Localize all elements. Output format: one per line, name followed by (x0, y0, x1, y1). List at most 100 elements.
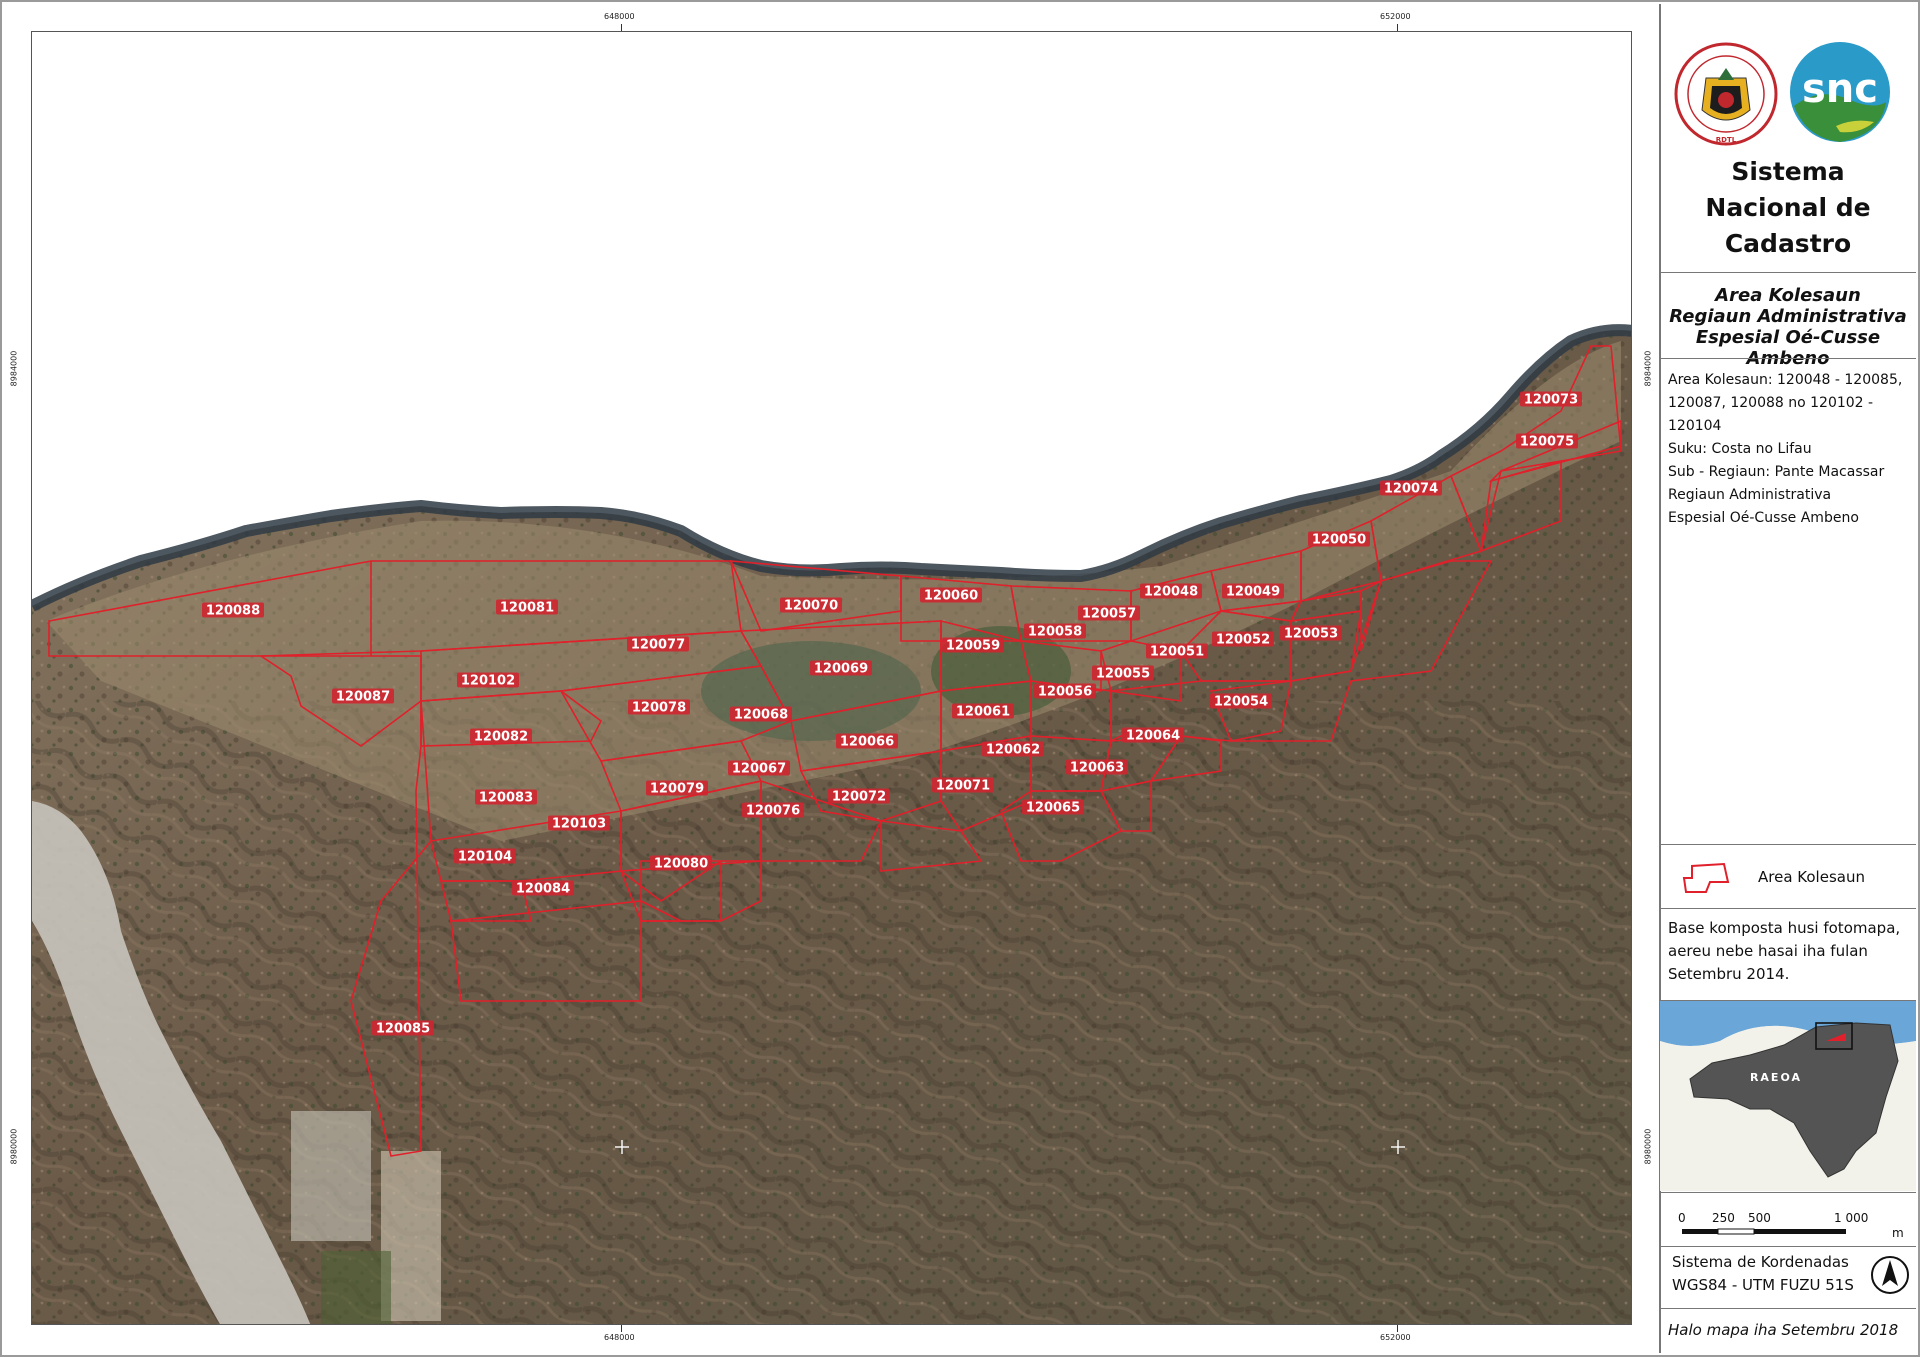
base-note-line: Setembru 2014. (1668, 965, 1790, 983)
area-label-text: 120071 (936, 779, 990, 794)
area-label-text: 120103 (552, 817, 606, 832)
map-title-line-1: Area Kolesaun (1715, 285, 1861, 306)
area-label-120081: 120081 (496, 599, 558, 616)
area-label-text: 120060 (924, 589, 978, 604)
area-label-120071: 120071 (932, 777, 994, 794)
info-line: Regiaun Administrativa (1668, 487, 1832, 503)
inset-map[interactable]: RAEOA (1660, 1001, 1916, 1191)
area-label-text: 120067 (732, 762, 786, 777)
top-coord-652000: 652000 (1380, 12, 1411, 21)
area-label-text: 120058 (1028, 625, 1082, 640)
area-label-120065: 120065 (1022, 799, 1084, 816)
area-label-120079: 120079 (646, 780, 708, 797)
area-label-text: 120065 (1026, 801, 1080, 816)
top-coord-648000: 648000 (604, 12, 635, 21)
scale-tick-label: 500 (1748, 1211, 1771, 1225)
area-label-120056: 120056 (1034, 683, 1096, 700)
left-coord-8984000: 8984000 (9, 350, 19, 387)
bottom-tick (621, 1325, 622, 1332)
area-label-120050: 120050 (1308, 531, 1370, 548)
legend-panel: RDTL snc Sistema Nacional de Cadastro Ar… (1660, 4, 1916, 1353)
area-label-text: 120076 (746, 804, 800, 819)
area-label-120082: 120082 (470, 728, 532, 745)
government-seal-icon (1674, 42, 1778, 146)
area-label-text: 120074 (1384, 482, 1438, 497)
farm-field (291, 1111, 371, 1241)
satellite-map[interactable]: 120048 120049 120050 120051 120052 120053 1200… (32, 32, 1632, 1325)
logos: RDTL snc (1674, 42, 1890, 146)
area-label-120064: 120064 (1122, 727, 1184, 744)
area-label-text: 120075 (1520, 435, 1574, 450)
svg-text:snc: snc (1802, 66, 1878, 112)
area-label-120083: 120083 (475, 789, 537, 806)
area-label-text: 120077 (631, 638, 685, 653)
area-label-120076: 120076 (742, 802, 804, 819)
base-note-line: Base komposta husi fotomapa, (1668, 919, 1901, 937)
area-label-120058: 120058 (1024, 623, 1086, 640)
area-label-120053: 120053 (1280, 625, 1342, 642)
bottom-coord-648000: 648000 (604, 1333, 635, 1342)
area-label-text: 120081 (500, 601, 554, 616)
map-title-line-2: Regiaun Administrativa (1669, 306, 1907, 327)
area-label-text: 120059 (946, 639, 1000, 654)
area-label-120075: 120075 (1516, 433, 1578, 450)
area-label-text: 120054 (1214, 695, 1268, 710)
area-label-120103: 120103 (548, 815, 610, 832)
area-label-120062: 120062 (982, 741, 1044, 758)
map-frame[interactable]: 120048 120049 120050 120051 120052 120053 1200… (31, 31, 1632, 1325)
area-label-120063: 120063 (1066, 759, 1128, 776)
area-label-120048: 120048 (1140, 583, 1202, 600)
area-boundary-symbol (1682, 862, 1730, 893)
area-label-text: 120053 (1284, 627, 1338, 642)
snc-logo-icon: snc (1790, 42, 1890, 142)
area-label-text: 120078 (632, 701, 686, 716)
info-line: 120087, 120088 no 120102 - 120104 (1668, 395, 1874, 434)
area-label-text: 120056 (1038, 685, 1092, 700)
area-label-text: 120082 (474, 730, 528, 745)
area-label-text: 120068 (734, 708, 788, 723)
area-label-text: 120050 (1312, 533, 1366, 548)
area-label-120054: 120054 (1210, 693, 1272, 710)
area-label-text: 120063 (1070, 761, 1124, 776)
date-box: Halo mapa iha Setembru 2018 (1660, 1308, 1916, 1353)
scale-tick-label: 1 000 (1834, 1211, 1869, 1225)
wetland (701, 641, 921, 741)
area-label-120074: 120074 (1380, 480, 1442, 497)
info-line: Area Kolesaun: 120048 - 120085, (1668, 372, 1903, 388)
area-label-120052: 120052 (1212, 631, 1274, 648)
scale-box: 0 250 500 1 000 m (1660, 1192, 1916, 1246)
area-label-text: 120085 (376, 1022, 430, 1037)
legend-label: Area Kolesaun (1758, 867, 1865, 886)
area-label-120068: 120068 (730, 706, 792, 723)
area-label-text: 120087 (336, 690, 390, 705)
area-label-120066: 120066 (836, 733, 898, 750)
area-label-120060: 120060 (920, 587, 982, 604)
scale-tick-label: 0 (1678, 1211, 1686, 1225)
area-label-120078: 120078 (628, 699, 690, 716)
area-label-text: 120066 (840, 735, 894, 750)
area-label-text: 120070 (784, 599, 838, 614)
base-note-line: aereu nebe hasai iha fulan (1668, 942, 1868, 960)
crs-line: WGS84 - UTM FUZU 51S (1672, 1276, 1854, 1294)
scale-unit: m (1892, 1226, 1904, 1240)
right-coord-8980000: 8980000 (1643, 1128, 1653, 1165)
area-label-text: 120049 (1226, 585, 1280, 600)
area-label-text: 120048 (1144, 585, 1198, 600)
area-label-text: 120084 (516, 882, 570, 897)
area-label-text: 120051 (1150, 645, 1204, 660)
area-label-text: 120057 (1082, 607, 1136, 622)
bottom-tick (1397, 1325, 1398, 1332)
area-label-text: 120102 (461, 674, 515, 689)
crs-line: Sistema de Kordenadas (1672, 1253, 1849, 1271)
area-label-text: 120080 (654, 857, 708, 872)
area-label-120104: 120104 (454, 848, 516, 865)
header-box: RDTL snc Sistema Nacional de Cadastro (1660, 4, 1916, 272)
legend-box: Area Kolesaun (1660, 844, 1916, 908)
top-tick (621, 24, 622, 31)
area-label-text: 120055 (1096, 667, 1150, 682)
org-title: Sistema Nacional de Cadastro (1705, 157, 1871, 258)
info-line: Suku: Costa no Lifau (1668, 441, 1812, 457)
area-label-text: 120052 (1216, 633, 1270, 648)
area-label-120061: 120061 (952, 703, 1014, 720)
info-line: Sub - Regiaun: Pante Macassar (1668, 464, 1885, 480)
